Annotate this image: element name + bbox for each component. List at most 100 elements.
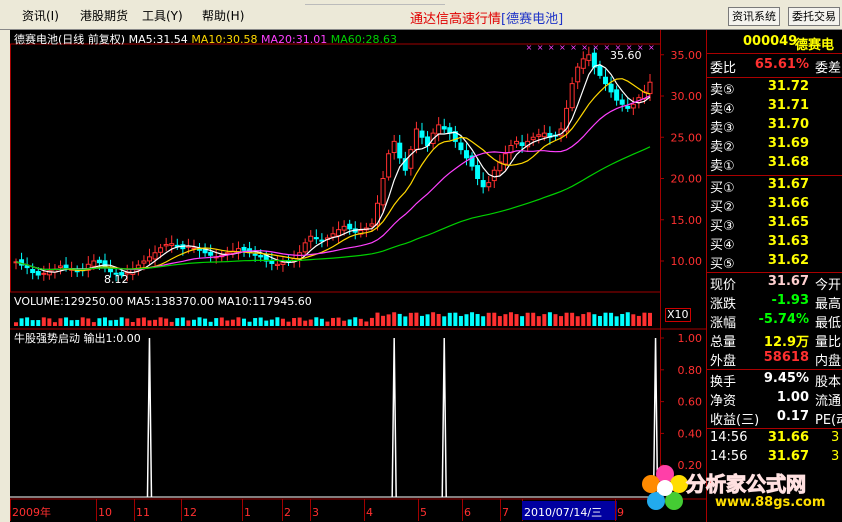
stat2-row: 收益(三)0.17PE(动 xyxy=(707,409,842,428)
buy-label: 买① xyxy=(710,181,735,196)
info-system-button[interactable]: 资讯系统 xyxy=(728,7,780,26)
buy-price: 31.66 xyxy=(767,196,809,211)
volume-bar xyxy=(414,312,419,326)
volume-bar xyxy=(347,319,352,326)
ma10-line xyxy=(15,78,651,272)
volume-bar xyxy=(130,321,135,326)
volume-bar xyxy=(41,317,46,326)
candle-down xyxy=(475,165,481,179)
timeline-label: 2 xyxy=(284,506,291,519)
chart-area[interactable]: 35.00 30.00 25.00 20.00 15.00 10.00 × × × × × × × × × ×… xyxy=(10,30,706,522)
signal-mark: × xyxy=(570,43,577,52)
stat-label: 外盘 xyxy=(710,354,737,369)
timeline-label: 10 xyxy=(98,506,112,519)
buy-row[interactable]: 买⑤ 31.62 xyxy=(707,253,842,272)
timeline-label: 3 xyxy=(312,506,319,519)
candle-up xyxy=(647,81,653,95)
trade-button[interactable]: 委托交易 xyxy=(788,7,840,26)
candle-up xyxy=(224,252,230,255)
buy-label: 买② xyxy=(710,200,735,215)
volume-bar xyxy=(247,321,252,326)
ma20-label: MA20:31.01 xyxy=(261,33,328,46)
stat-row: 涨跌 -1.93 最高 xyxy=(707,293,842,312)
volume-bar xyxy=(586,312,591,326)
sell-row[interactable]: 卖② 31.69 xyxy=(707,136,842,155)
buy-price: 31.65 xyxy=(767,215,809,230)
sell-row[interactable]: 卖⑤ 31.72 xyxy=(707,79,842,98)
indicator-header: 牛股强势启动 输出1:0.00 xyxy=(14,332,141,345)
candle-down xyxy=(619,99,625,105)
menu-hk-futures[interactable]: 港股期货 xyxy=(80,7,128,24)
stat-label: 总量 xyxy=(710,335,737,350)
buy-row[interactable]: 买① 31.67 xyxy=(707,177,842,196)
candle-down xyxy=(463,150,469,159)
volume-bar xyxy=(425,314,430,326)
volume-bar xyxy=(642,312,647,326)
volume-bar xyxy=(180,317,185,326)
left-sidebar xyxy=(0,30,10,522)
sell-row[interactable]: 卖④ 31.71 xyxy=(707,98,842,117)
zoom-badge[interactable]: X10 xyxy=(665,308,691,322)
volume-bar xyxy=(481,316,486,326)
volume-bar xyxy=(303,320,308,326)
candle-down xyxy=(313,237,319,240)
volume-bar xyxy=(436,313,441,326)
stat-right-label: 最高 xyxy=(815,297,842,312)
candle-down xyxy=(63,264,69,269)
sell-price: 31.71 xyxy=(767,98,809,113)
volume-bar xyxy=(442,316,447,326)
sell-row[interactable]: 卖③ 31.70 xyxy=(707,117,842,136)
sell-row[interactable]: 卖① 31.68 xyxy=(707,155,842,174)
high-price-label: 35.60 xyxy=(610,49,642,62)
volume-bar xyxy=(275,317,280,326)
weibi-row: 委比 65.61% 委差 xyxy=(707,57,842,76)
stat2-value: 1.00 xyxy=(776,390,809,405)
candle-down xyxy=(614,89,620,101)
vol-ma10-label: MA10:117945.60 xyxy=(217,295,312,308)
sell-label: 卖③ xyxy=(710,121,735,136)
menu-help[interactable]: 帮助(H) xyxy=(202,7,244,24)
buy-row[interactable]: 买② 31.66 xyxy=(707,196,842,215)
menu-bar: 资讯(I) 港股期货 工具(Y) 帮助(H) 通达信高速行情[德赛电池] 资讯系… xyxy=(0,0,842,30)
volume-bar xyxy=(30,320,35,326)
volume-bar xyxy=(497,316,502,326)
volume-bar xyxy=(592,314,597,326)
volume-bar xyxy=(648,312,652,326)
menu-info[interactable]: 资讯(I) xyxy=(22,7,59,24)
app-title-text: 通达信高速行情 xyxy=(410,12,502,27)
volume-bar xyxy=(52,322,57,326)
volume-bar xyxy=(564,312,569,326)
menu-tools[interactable]: 工具(Y) xyxy=(142,7,183,24)
watermark-logo: 分析家公式网 www.88gs.com xyxy=(640,462,840,520)
candle-up xyxy=(536,134,542,137)
price-axis-label: 10.00 xyxy=(671,255,703,268)
candle-down xyxy=(397,142,403,159)
candle-up xyxy=(152,252,158,260)
stat-right-label: 最低 xyxy=(815,316,842,331)
volume-bar xyxy=(36,320,41,326)
buy-label: 买⑤ xyxy=(710,257,735,272)
divider xyxy=(707,369,842,370)
candle-up xyxy=(486,182,492,188)
watermark-url: www.88gs.com xyxy=(715,495,826,510)
volume-bar xyxy=(297,317,302,326)
volume-bar xyxy=(492,312,497,326)
candle-up xyxy=(580,58,586,69)
candle-down xyxy=(441,126,447,130)
volume-bar xyxy=(147,320,152,326)
volume-bar xyxy=(447,312,452,326)
volume-bar xyxy=(453,312,458,326)
volume-header: VOLUME:129250.00 MA5:138370.00 MA10:1179… xyxy=(14,295,312,308)
buy-row[interactable]: 买③ 31.65 xyxy=(707,215,842,234)
buy-row[interactable]: 买④ 31.63 xyxy=(707,234,842,253)
indicator-axis-label: 0.80 xyxy=(678,364,703,377)
volume-bar xyxy=(64,317,69,326)
volume-bar xyxy=(191,319,196,326)
timeline-label: 2009年 xyxy=(12,505,51,519)
candle-down xyxy=(208,251,214,256)
volume-bar xyxy=(197,317,202,326)
stat-row: 现价 31.67 今开 xyxy=(707,274,842,293)
candle-up xyxy=(91,260,97,267)
candle-down xyxy=(30,269,36,274)
volume-bar xyxy=(342,320,347,326)
